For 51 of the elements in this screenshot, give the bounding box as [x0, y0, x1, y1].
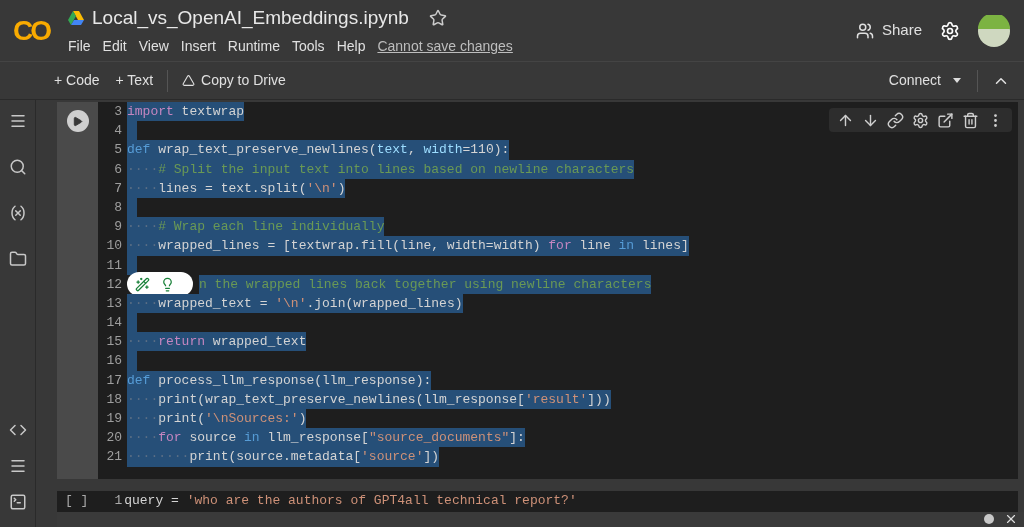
line-number: 13 [105, 294, 122, 313]
menu-item[interactable]: Insert [180, 36, 216, 58]
line-number: 21 [105, 448, 122, 467]
line-number: 10 [105, 237, 122, 256]
add-code-button[interactable]: + Code [52, 70, 102, 91]
line-number: 1 [114, 492, 123, 511]
line-number: 5 [113, 141, 122, 160]
line-number: 8 [113, 198, 122, 217]
connect-button[interactable]: Connect [888, 70, 961, 91]
save-notice-link[interactable]: Cannot save changes [377, 36, 513, 58]
menu-item[interactable]: Tools [291, 36, 325, 58]
menu-item[interactable]: View [138, 36, 169, 58]
play-icon [72, 115, 83, 127]
line-number: 4 [113, 122, 122, 141]
line-number: 19 [105, 410, 122, 428]
cell-status: [ ] [65, 492, 89, 511]
line-number: 6 [113, 160, 122, 179]
avatar[interactable] [978, 14, 1010, 47]
app-logo[interactable]: CO [0, 9, 62, 52]
menu-item[interactable]: Help [336, 36, 366, 58]
dropdown-caret-icon [953, 78, 961, 83]
status-dot-icon [984, 514, 994, 525]
star-icon[interactable] [428, 9, 447, 27]
lightbulb-icon[interactable] [160, 276, 175, 292]
line-number: 20 [105, 429, 122, 448]
line-number: 12 [105, 275, 122, 294]
line-number: 17 [105, 371, 122, 390]
settings-icon[interactable] [912, 111, 929, 129]
mirror-cell-icon[interactable] [937, 111, 954, 129]
people-icon [855, 21, 874, 40]
menu-item[interactable]: Runtime [227, 36, 280, 58]
line-number: 18 [105, 390, 122, 409]
ai-actions-pill[interactable] [127, 272, 193, 297]
share-button[interactable]: Share [855, 19, 922, 42]
add-text-button[interactable]: + Text [115, 70, 154, 91]
copy-to-drive-button[interactable]: Copy to Drive [182, 70, 286, 91]
menu-item[interactable]: File [68, 36, 91, 58]
line-number: 11 [105, 256, 122, 275]
line-number: 14 [105, 314, 122, 333]
link-icon[interactable] [887, 111, 904, 129]
line-number: 7 [113, 179, 122, 198]
line-number: 16 [105, 352, 122, 371]
delete-icon[interactable] [962, 111, 979, 129]
line-number: 9 [113, 218, 122, 237]
code-line: query = 'who are the authors of GPT4all technical report?' [124, 492, 577, 511]
magic-wand-icon[interactable] [135, 276, 150, 292]
notebook-title[interactable]: Local_vs_OpenAI_Embeddings.ipynb [92, 3, 409, 33]
menu-item[interactable]: Edit [102, 36, 127, 58]
line-number: 3 [113, 103, 122, 121]
line-number: 15 [105, 333, 122, 352]
run-button[interactable] [66, 110, 89, 132]
